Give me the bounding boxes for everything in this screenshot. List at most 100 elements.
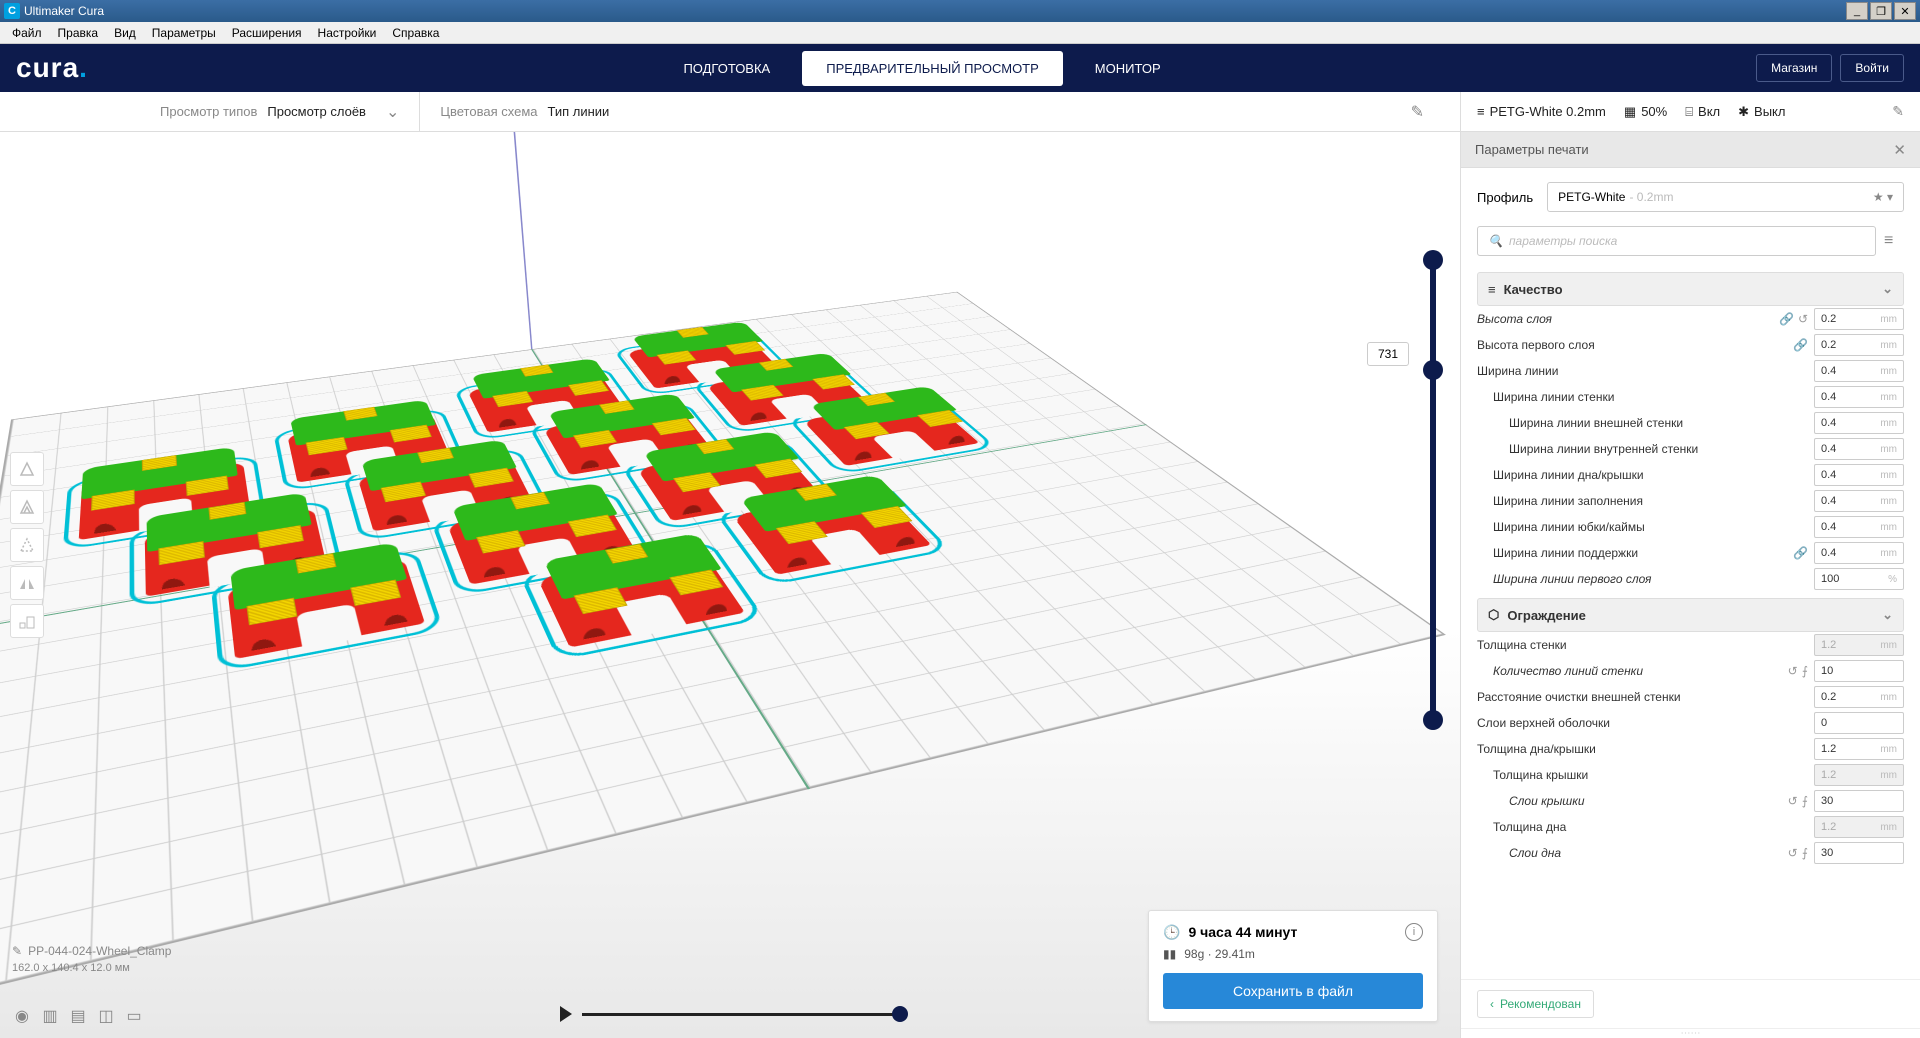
layers-icon: ≡	[1477, 104, 1485, 119]
setting-value-input[interactable]: 0.4mm	[1814, 438, 1904, 460]
window-close-button[interactable]: ✕	[1894, 2, 1916, 20]
file-info: ✎PP-044-024-Wheel_Clamp 162.0 x 140.4 x …	[12, 944, 171, 974]
view-left-icon[interactable]: ◫	[96, 1006, 116, 1026]
setting-value-input[interactable]: 0.4mm	[1814, 490, 1904, 512]
setting-topbottom_line_width: Ширина линии дна/крышки0.4mm	[1477, 462, 1904, 488]
menu-edit[interactable]: Правка	[50, 26, 107, 40]
layer-slider-mid-handle[interactable]	[1423, 360, 1443, 380]
colorscheme-label: Цветовая схема	[440, 104, 537, 119]
layer-slider-bottom-handle[interactable]	[1423, 710, 1443, 730]
reset-icon[interactable]: ↺	[1788, 664, 1798, 678]
layer-slider[interactable]: 731	[1417, 242, 1449, 738]
view-right-icon[interactable]: ▭	[124, 1006, 144, 1026]
setting-value-input[interactable]: 0.2mm	[1814, 308, 1904, 330]
setting-value-input[interactable]: 0.4mm	[1814, 360, 1904, 382]
colorscheme-edit-icon[interactable]: ✎	[1395, 102, 1440, 122]
setting-label: Толщина дна	[1477, 820, 1814, 834]
menu-preferences[interactable]: Настройки	[310, 26, 385, 40]
link-icon[interactable]: 🔗	[1793, 546, 1808, 560]
view-mode-icons: ◉ ▥ ▤ ◫ ▭	[12, 1006, 144, 1026]
logo: cura.	[16, 52, 88, 84]
section-quality[interactable]: ≡ Качество ⌄	[1477, 272, 1904, 306]
os-titlebar: C Ultimaker Cura _ ❐ ✕	[0, 0, 1920, 22]
setting-value-input[interactable]: 10	[1814, 660, 1904, 682]
menu-extensions[interactable]: Расширения	[224, 26, 310, 40]
play-button[interactable]	[560, 1006, 572, 1022]
fx-icon[interactable]: ⨍	[1802, 846, 1808, 860]
edit-icon[interactable]: ✎	[1892, 103, 1904, 120]
view-3d-icon[interactable]: ◉	[12, 1006, 32, 1026]
setting-layer_height: Высота слоя🔗↺0.2mm	[1477, 306, 1904, 332]
profile-select-value: PETG-White	[1558, 190, 1625, 204]
recommended-button[interactable]: ‹ Рекомендован	[1477, 990, 1594, 1018]
menu-view[interactable]: Вид	[106, 26, 144, 40]
3d-viewport[interactable]: ✎PP-044-024-Wheel_Clamp 162.0 x 140.4 x …	[0, 132, 1460, 1038]
link-icon[interactable]: 🔗	[1779, 312, 1794, 326]
chevron-left-icon: ‹	[1490, 997, 1494, 1011]
timeline-handle[interactable]	[892, 1006, 908, 1022]
layer-slider-top-handle[interactable]	[1423, 250, 1443, 270]
save-to-file-button[interactable]: Сохранить в файл	[1163, 973, 1423, 1009]
setting-value-input[interactable]: 0.4mm	[1814, 386, 1904, 408]
hamburger-icon[interactable]: ≡	[1884, 232, 1904, 250]
tab-preview[interactable]: ПРЕДВАРИТЕЛЬНЫЙ ПРОСМОТР	[802, 51, 1063, 86]
setting-value-input[interactable]: 100%	[1814, 568, 1904, 590]
login-button[interactable]: Войти	[1840, 54, 1904, 82]
setting-label: Расстояние очистки внешней стенки	[1477, 690, 1814, 704]
setting-wall_line_count: Количество линий стенки↺⨍10	[1477, 658, 1904, 684]
setting-value-input[interactable]: 0	[1814, 712, 1904, 734]
reset-icon[interactable]: ↺	[1788, 794, 1798, 808]
menu-settings[interactable]: Параметры	[144, 26, 224, 40]
tool-support[interactable]	[10, 604, 44, 638]
info-icon[interactable]: i	[1405, 923, 1423, 941]
panel-title: Параметры печати	[1475, 142, 1589, 157]
tool-rotate[interactable]	[10, 528, 44, 562]
print-settings-panel: Параметры печати ✕ Профиль PETG-White - …	[1460, 132, 1920, 1038]
setting-value-input[interactable]: 0.2mm	[1814, 686, 1904, 708]
setting-value-input[interactable]: 30	[1814, 790, 1904, 812]
view-front-icon[interactable]: ▥	[40, 1006, 60, 1026]
view-top-icon[interactable]: ▤	[68, 1006, 88, 1026]
timeline-track[interactable]	[582, 1013, 900, 1016]
profile-select[interactable]: PETG-White - 0.2mm ★ ▾	[1547, 182, 1904, 212]
window-maximize-button[interactable]: ❐	[1870, 2, 1892, 20]
tab-prepare[interactable]: ПОДГОТОВКА	[659, 51, 794, 86]
section-shell[interactable]: ⬡ Ограждение ⌄	[1477, 598, 1904, 632]
viewtype-value: Просмотр слоёв	[267, 104, 366, 119]
setting-value-input[interactable]: 0.4mm	[1814, 542, 1904, 564]
setting-value-input[interactable]: 1.2mm	[1814, 738, 1904, 760]
marketplace-button[interactable]: Магазин	[1756, 54, 1832, 82]
setting-label: Слои верхней оболочки	[1477, 716, 1814, 730]
tool-mirror[interactable]	[10, 566, 44, 600]
window-minimize-button[interactable]: _	[1846, 2, 1868, 20]
setting-value-input[interactable]: 30	[1814, 842, 1904, 864]
reset-icon[interactable]: ↺	[1788, 846, 1798, 860]
menu-help[interactable]: Справка	[384, 26, 447, 40]
simulation-timeline[interactable]	[560, 1006, 900, 1022]
tool-move[interactable]	[10, 452, 44, 486]
app-title: Ultimaker Cura	[24, 4, 104, 18]
print-settings-summary[interactable]: ≡PETG-White 0.2mm ▦50% ⌸Вкл ✱Выкл ✎	[1460, 92, 1920, 131]
setting-label: Ширина линии внутренней стенки	[1477, 442, 1814, 456]
setting-value-input: 1.2mm	[1814, 634, 1904, 656]
settings-list[interactable]: ≡ Качество ⌄ Высота слоя🔗↺0.2mmВысота пе…	[1461, 266, 1920, 979]
chevron-down-icon: ⌄	[1882, 281, 1893, 297]
tool-scale[interactable]	[10, 490, 44, 524]
adhesion-icon: ✱	[1738, 104, 1749, 120]
settings-search-input[interactable]: 🔍 параметры поиска	[1477, 226, 1876, 256]
setting-value-input[interactable]: 0.2mm	[1814, 334, 1904, 356]
colorscheme-value[interactable]: Тип линии	[547, 104, 609, 119]
setting-value-input[interactable]: 0.4mm	[1814, 464, 1904, 486]
fx-icon[interactable]: ⨍	[1802, 794, 1808, 808]
setting-value-input[interactable]: 0.4mm	[1814, 412, 1904, 434]
reset-icon[interactable]: ↺	[1798, 312, 1808, 326]
panel-resize-handle[interactable]: ⋯⋯	[1461, 1028, 1920, 1038]
link-icon[interactable]: 🔗	[1793, 338, 1808, 352]
viewtype-selector[interactable]: Просмотр типов Просмотр слоёв ⌄	[140, 92, 420, 131]
panel-close-icon[interactable]: ✕	[1893, 141, 1906, 159]
menu-file[interactable]: Файл	[4, 26, 50, 40]
setting-label: Толщина крышки	[1477, 768, 1814, 782]
tab-monitor[interactable]: МОНИТОР	[1071, 51, 1185, 86]
fx-icon[interactable]: ⨍	[1802, 664, 1808, 678]
setting-value-input[interactable]: 0.4mm	[1814, 516, 1904, 538]
